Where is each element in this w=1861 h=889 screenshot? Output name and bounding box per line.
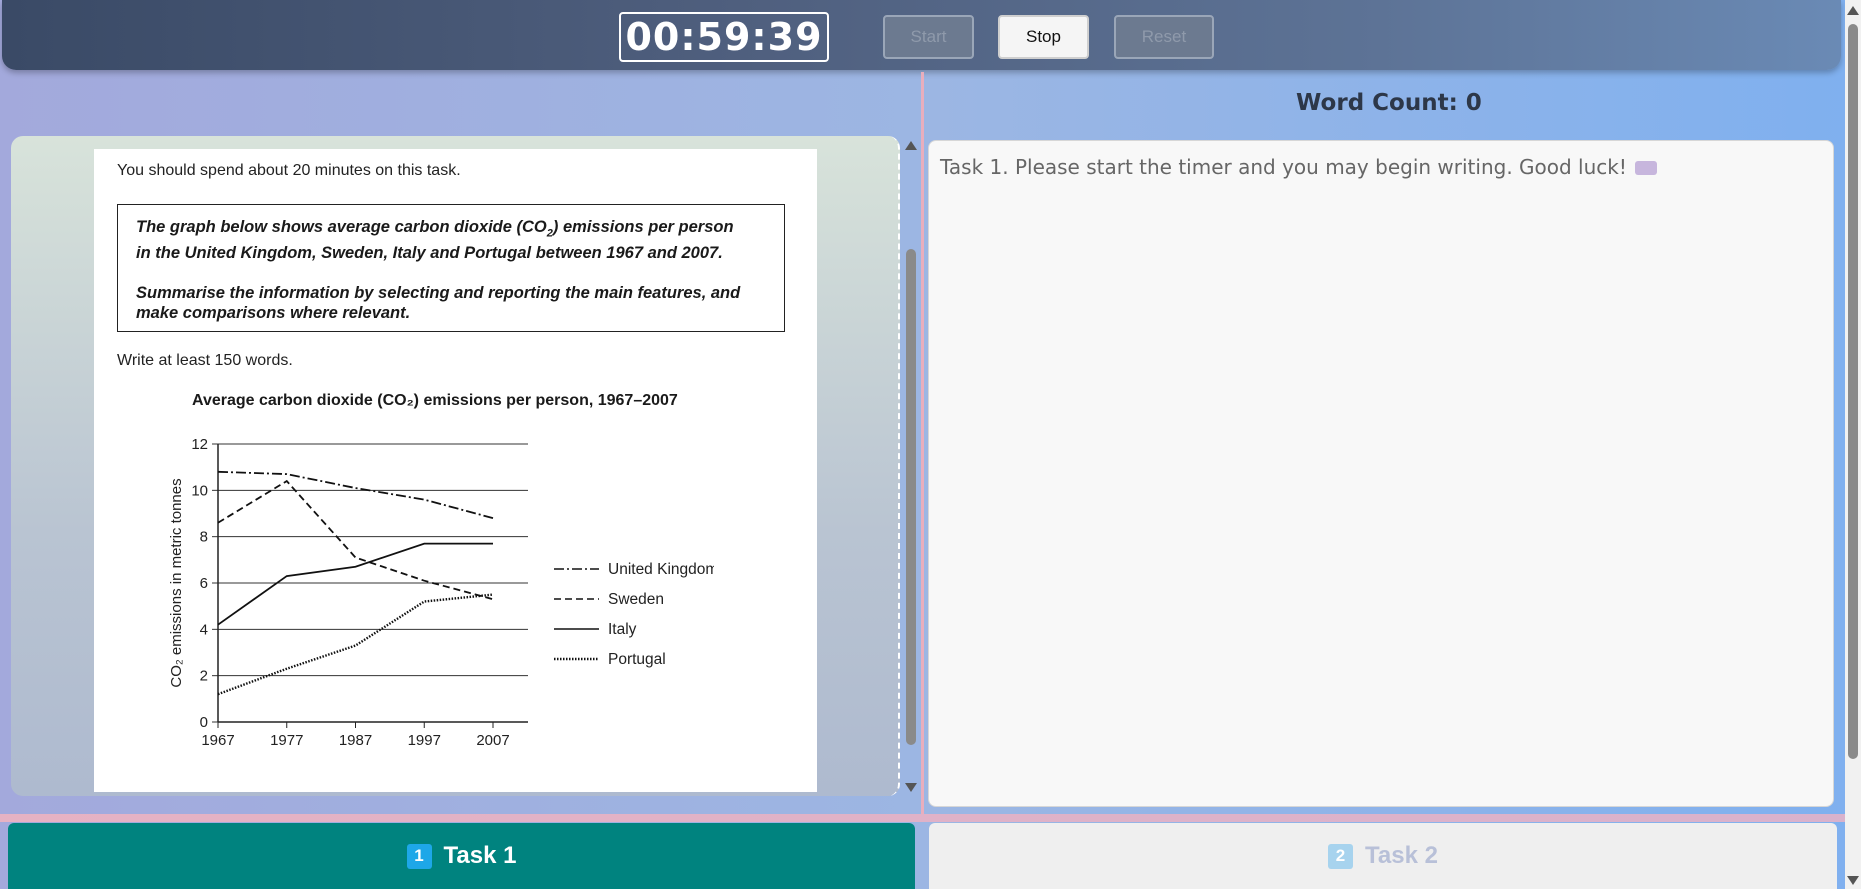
editor-placeholder: Task 1. Please start the timer and you m… <box>940 155 1657 179</box>
series-line-italy <box>217 542 493 626</box>
separator-bar <box>0 814 1849 822</box>
tab-number-badge: 1 <box>406 843 432 869</box>
y-tick-label: 12 <box>191 436 208 453</box>
scroll-down-arrow-icon[interactable] <box>905 783 917 792</box>
y-tick-label: 10 <box>191 482 208 499</box>
x-tick-label: 1977 <box>270 732 303 749</box>
min-words-text: Write at least 150 words. <box>117 352 293 369</box>
timer-display: 00:59:39 <box>619 12 829 62</box>
prompt-line2: in the United Kingdom, Sweden, Italy and… <box>136 244 723 263</box>
tab-label: Task 2 <box>1365 842 1438 869</box>
legend-label: Sweden <box>608 591 664 608</box>
tab-label: Task 1 <box>443 842 517 869</box>
prompt-line3: Summarise the information by selecting a… <box>136 284 741 303</box>
prompt-line4: make comparisons where relevant. <box>136 304 411 323</box>
page-scroll-thumb[interactable] <box>1848 24 1858 759</box>
task-panel-scroll-thumb[interactable] <box>906 249 916 745</box>
panel-divider[interactable] <box>921 72 924 814</box>
keyboard-icon <box>1634 160 1657 175</box>
essay-textarea[interactable]: Task 1. Please start the timer and you m… <box>928 140 1834 807</box>
y-tick-label: 4 <box>200 621 208 638</box>
x-tick-label: 1967 <box>201 732 234 749</box>
chart-title: Average carbon dioxide (CO₂) emissions p… <box>192 392 678 409</box>
prompt-line1: The graph below shows average carbon dio… <box>136 218 547 236</box>
reset-button[interactable]: Reset <box>1114 15 1214 59</box>
page-scroll-down-icon[interactable] <box>1847 876 1859 885</box>
legend-label: Italy <box>608 621 637 638</box>
y-axis-label: CO₂ emissions in metric tonnes <box>168 478 185 687</box>
series-line-portugal <box>217 593 494 696</box>
word-count: Word Count: 0 <box>1296 90 1482 116</box>
y-tick-label: 0 <box>200 714 208 731</box>
x-tick-label: 2007 <box>476 732 509 749</box>
y-tick-label: 2 <box>200 668 208 685</box>
scroll-up-arrow-icon[interactable] <box>905 141 917 150</box>
task-prompt-box: The graph below shows average carbon dio… <box>117 204 785 332</box>
stop-button[interactable]: Stop <box>998 15 1089 59</box>
tab-task-2[interactable]: 2 Task 2 <box>929 823 1837 889</box>
series-line-united-kingdom <box>217 470 494 520</box>
page-scroll-up-icon[interactable] <box>1847 6 1859 15</box>
prompt-line1-end: ) emissions per person <box>552 218 734 236</box>
y-tick-label: 6 <box>200 575 208 592</box>
tab-number-badge: 2 <box>1328 843 1354 869</box>
y-tick-label: 8 <box>200 529 208 546</box>
task-paper: You should spend about 20 minutes on thi… <box>94 149 817 792</box>
series-line-sweden <box>217 479 494 601</box>
co2-line-chart: 0 2 4 6 8 10 12 1967 1977 1987 1997 2007 CO₂ emissio… <box>168 436 714 749</box>
tab-task-1[interactable]: 1 Task 1 <box>8 823 915 889</box>
instruction-text: You should spend about 20 minutes on thi… <box>117 162 461 179</box>
x-tick-label: 1997 <box>408 732 441 749</box>
start-button[interactable]: Start <box>883 15 974 59</box>
x-tick-label: 1987 <box>339 732 372 749</box>
legend-label: United Kingdom <box>608 561 714 578</box>
legend-label: Portugal <box>608 651 666 668</box>
